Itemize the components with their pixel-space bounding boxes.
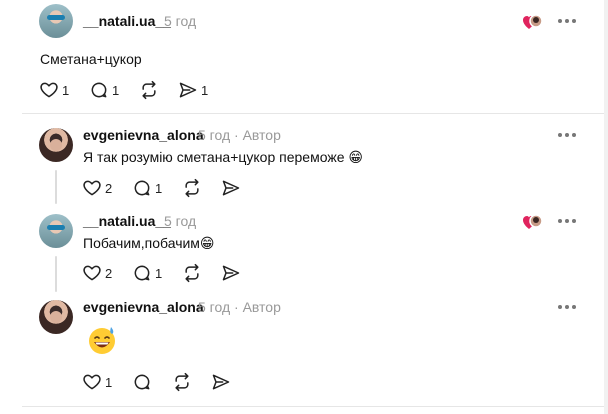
comment-text: Побачим,побачим😁 — [83, 235, 215, 251]
share-icon — [222, 180, 240, 196]
reply-button[interactable]: 1 — [132, 263, 162, 283]
avatar[interactable] — [39, 300, 73, 334]
like-button[interactable]: 1 — [39, 80, 69, 100]
grinning-sweat-emoji — [89, 327, 115, 354]
share-button[interactable]: 1 — [178, 80, 208, 100]
reply-button[interactable]: 1 — [89, 80, 119, 100]
avatar[interactable] — [39, 128, 73, 162]
more-icon[interactable] — [558, 304, 576, 310]
reply-count: 1 — [155, 180, 163, 196]
share-icon — [222, 265, 240, 281]
username[interactable]: evgenievna_alona — [83, 127, 204, 143]
divider — [22, 406, 604, 407]
like-count: 2 — [105, 265, 113, 281]
thread-line — [55, 256, 57, 292]
author-label: Автор — [242, 127, 281, 143]
like-count: 1 — [62, 82, 70, 98]
avatar[interactable] — [39, 214, 73, 248]
scrollbar[interactable] — [604, 0, 608, 414]
timestamp: 5 год — [164, 213, 197, 229]
reply-count: 1 — [112, 82, 120, 98]
comment-text: Я так розумію сметана+цукор переможе 😁 — [83, 149, 363, 165]
like-count: 2 — [105, 180, 113, 196]
timestamp: 5 год · Автор — [198, 127, 281, 143]
avatar[interactable] — [39, 4, 73, 38]
reply-count: 1 — [155, 265, 163, 281]
more-icon[interactable] — [558, 132, 576, 138]
like-count: 1 — [105, 374, 113, 390]
repost-button[interactable] — [182, 178, 202, 198]
heart-icon — [83, 180, 101, 196]
like-button[interactable]: 2 — [82, 178, 112, 198]
share-button[interactable] — [211, 372, 231, 392]
timestamp: 5 год · Автор — [198, 299, 281, 315]
share-count: 1 — [201, 82, 209, 98]
liked-by-author-icon — [523, 214, 543, 229]
comment-icon — [134, 265, 150, 281]
time-label: 5 год — [198, 299, 231, 315]
comment-icon — [91, 82, 107, 98]
more-icon[interactable] — [558, 218, 576, 224]
liked-by-author-icon — [523, 14, 543, 29]
repost-icon — [185, 178, 199, 198]
username[interactable]: __natali.ua__ — [83, 213, 171, 229]
heart-icon — [83, 374, 101, 390]
more-icon[interactable] — [558, 18, 576, 24]
heart-icon — [83, 265, 101, 281]
heart-icon — [40, 82, 58, 98]
repost-icon — [185, 263, 199, 283]
separator: · — [234, 299, 239, 315]
timestamp: 5 год — [164, 13, 197, 29]
repost-button[interactable] — [139, 80, 159, 100]
separator: · — [234, 127, 239, 143]
repost-button[interactable] — [182, 263, 202, 283]
repost-icon — [175, 372, 189, 392]
comment-text: Сметана+цукор — [40, 51, 142, 67]
comment-icon — [134, 374, 150, 390]
share-icon — [179, 82, 197, 98]
comment-icon — [134, 180, 150, 196]
username[interactable]: evgenievna_alona — [83, 299, 204, 315]
time-label: 5 год — [198, 127, 231, 143]
reply-button[interactable]: 1 — [132, 178, 162, 198]
username[interactable]: __natali.ua__ — [83, 13, 171, 29]
like-button[interactable]: 2 — [82, 263, 112, 283]
author-label: Автор — [242, 299, 281, 315]
repost-button[interactable] — [172, 372, 192, 392]
share-button[interactable] — [221, 178, 241, 198]
thread-line — [55, 170, 57, 204]
divider — [22, 113, 604, 114]
repost-icon — [142, 80, 156, 100]
share-button[interactable] — [221, 263, 241, 283]
reply-button[interactable] — [132, 372, 152, 392]
share-icon — [212, 374, 230, 390]
like-button[interactable]: 1 — [82, 372, 112, 392]
